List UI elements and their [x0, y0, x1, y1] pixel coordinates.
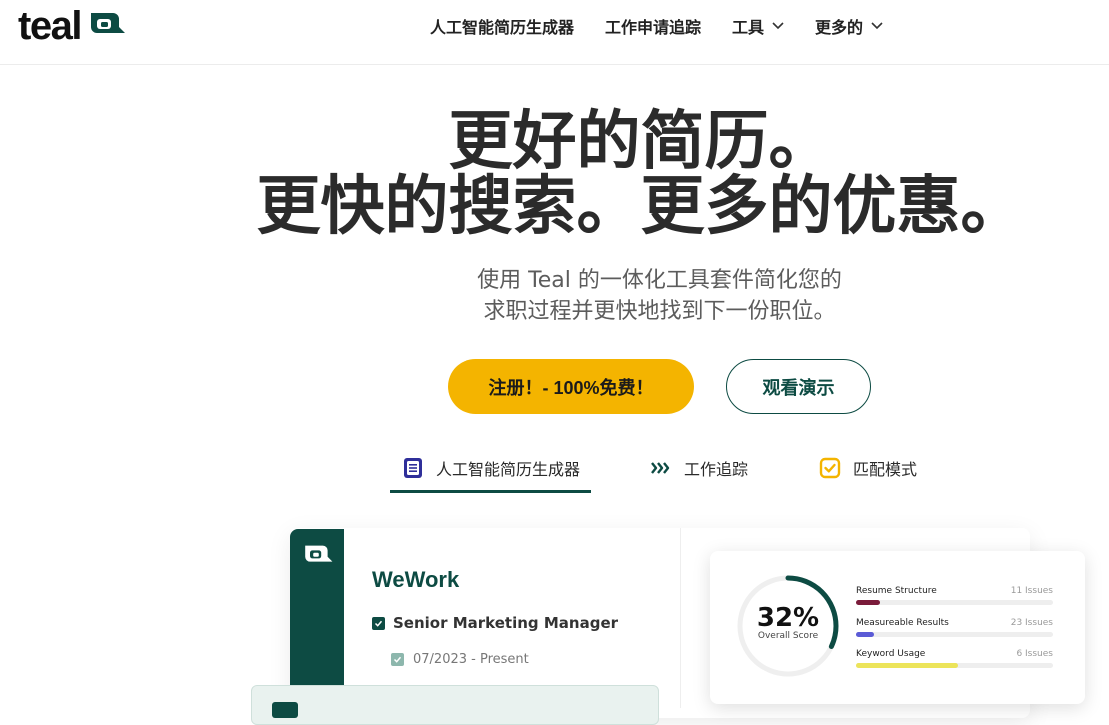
- card-divider: [680, 528, 681, 708]
- teal-logo-icon: [305, 545, 333, 562]
- chevron-down-icon: [871, 22, 883, 30]
- top-header: teal 人工智能简历生成器 工作申请追踪 工具 更多的: [0, 0, 1109, 65]
- hero-subtitle-line-2: 求职过程并更快地找到下一份职位。: [483, 299, 836, 324]
- logo-wordmark: teal: [18, 4, 82, 48]
- nav-item-more[interactable]: 更多的: [815, 14, 883, 38]
- overall-score-label: Overall Score: [757, 631, 819, 641]
- nav-item-label: 工作申请追踪: [605, 18, 702, 37]
- teal-logo[interactable]: teal: [18, 4, 127, 48]
- nav-item-tools[interactable]: 工具: [732, 14, 784, 38]
- metric-resume-structure[interactable]: Resume Structure 11 Issues: [856, 585, 1053, 605]
- resume-role[interactable]: Senior Marketing Manager: [372, 614, 618, 632]
- resume-section-panel: [251, 685, 659, 725]
- hero-title-line-2: 更快的搜索。更多的优惠。: [256, 170, 1025, 244]
- metric-keyword-usage[interactable]: Keyword Usage 6 Issues: [856, 648, 1053, 668]
- metric-progress-track: [856, 632, 1053, 637]
- resume-company: WeWork: [372, 567, 460, 592]
- active-tab-indicator: [390, 490, 591, 493]
- metric-progress-fill: [856, 600, 880, 605]
- checkbox-icon: [819, 457, 841, 479]
- metric-issues: 23 Issues: [1010, 618, 1053, 628]
- metric-issues: 11 Issues: [1010, 586, 1053, 596]
- resume-date-range: 07/2023 - Present: [413, 652, 529, 667]
- checkbox-checked-icon[interactable]: [391, 653, 404, 666]
- nav-item-label: 更多的: [815, 18, 864, 37]
- metric-progress-track: [856, 663, 1053, 668]
- signup-button[interactable]: 注册！- 100%免费！: [448, 359, 694, 414]
- metric-name: Keyword Usage: [856, 649, 926, 659]
- chevron-down-icon: [772, 22, 784, 30]
- tab-ai-resume-builder[interactable]: 人工智能简历生成器: [402, 455, 580, 481]
- resume-dates[interactable]: 07/2023 - Present: [391, 652, 529, 667]
- tab-job-tracker[interactable]: 工作追踪: [650, 455, 748, 481]
- resume-role-title: Senior Marketing Manager: [393, 614, 619, 632]
- hero-subtitle-line-1: 使用 Teal 的一体化工具套件简化您的: [477, 268, 842, 293]
- main-nav: 人工智能简历生成器 工作申请追踪 工具 更多的: [430, 15, 914, 37]
- metric-name: Measureable Results: [856, 618, 949, 628]
- watch-demo-button[interactable]: 观看演示: [726, 359, 871, 414]
- checkbox-checked-icon[interactable]: [372, 616, 385, 630]
- document-icon: [404, 458, 422, 478]
- nav-item-label: 人工智能简历生成器: [430, 18, 575, 37]
- teal-logo-icon: [90, 13, 125, 33]
- metric-name: Resume Structure: [856, 586, 937, 596]
- metric-progress-fill: [856, 632, 874, 637]
- nav-item-job-tracker[interactable]: 工作申请追踪: [605, 14, 701, 38]
- metric-issues: 6 Issues: [1016, 649, 1053, 659]
- triple-chevron-icon: [651, 462, 670, 474]
- tab-label: 人工智能简历生成器: [436, 460, 581, 479]
- nav-item-ai-resume-builder[interactable]: 人工智能简历生成器: [430, 14, 574, 38]
- tab-label: 匹配模式: [853, 460, 918, 479]
- nav-item-label: 工具: [732, 18, 765, 37]
- metric-measurable-results[interactable]: Measureable Results 23 Issues: [856, 617, 1053, 637]
- metric-progress-fill: [856, 663, 959, 668]
- tab-label: 工作追踪: [684, 460, 749, 479]
- tab-match-mode[interactable]: 匹配模式: [819, 455, 917, 481]
- section-chip: [272, 702, 298, 718]
- overall-score-value: 32%: [756, 603, 820, 633]
- metric-progress-track: [856, 600, 1053, 605]
